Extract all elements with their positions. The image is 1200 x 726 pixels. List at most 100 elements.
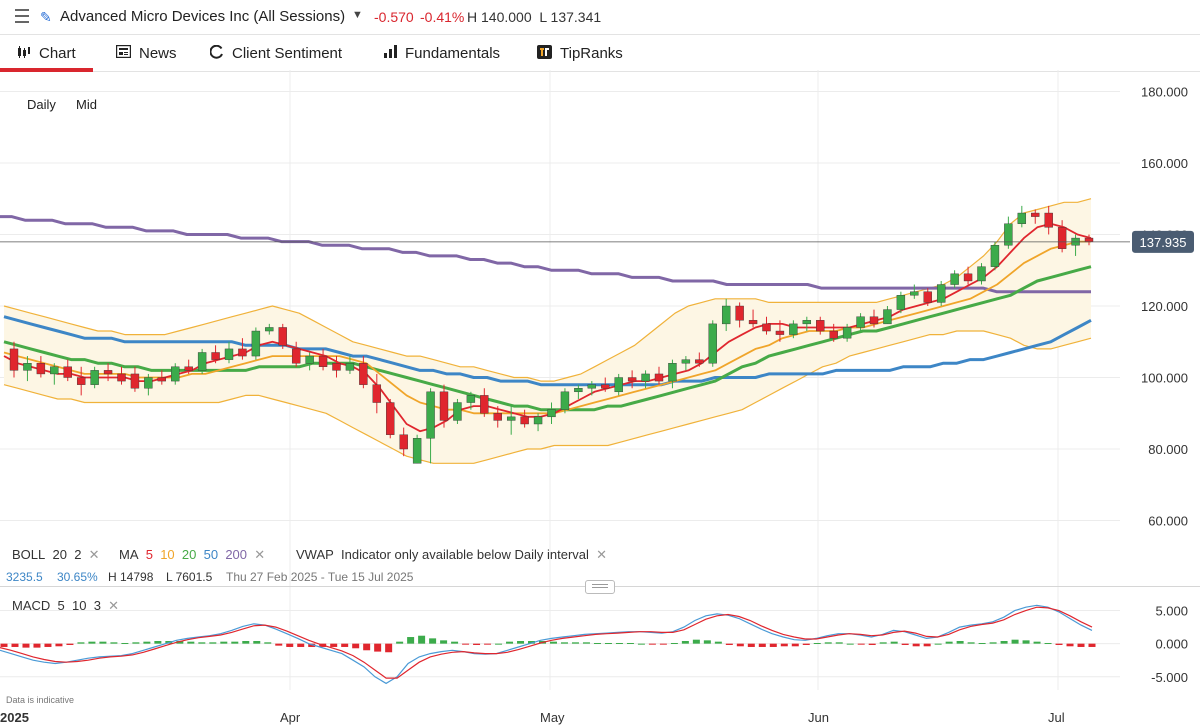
candle-body	[332, 363, 341, 371]
vwap-legend[interactable]: VWAP Indicator only available below Dail…	[296, 547, 607, 563]
macd-histogram-bar	[33, 643, 41, 648]
macd-histogram-bar	[55, 643, 63, 647]
macd-histogram-bar	[923, 643, 931, 647]
macd-histogram-bar	[1055, 643, 1063, 645]
macd-histogram-bar	[154, 641, 162, 644]
candle-body	[224, 348, 234, 360]
candle-body	[574, 388, 583, 393]
macd-histogram-bar	[868, 643, 876, 645]
macd-histogram-bar	[1088, 643, 1096, 647]
candle-body	[36, 363, 46, 375]
macd-histogram-bar	[582, 642, 590, 644]
candle-body	[587, 384, 597, 389]
candle-body	[265, 327, 274, 332]
candle-body	[654, 373, 664, 382]
candle-body	[601, 384, 610, 389]
macd-histogram-bar	[934, 643, 942, 645]
candle-body	[130, 373, 140, 389]
price-tick-label: 60.000	[1148, 514, 1188, 529]
candle-body	[695, 359, 704, 364]
candle-body	[990, 245, 1000, 267]
macd-histogram-bar	[1077, 643, 1085, 647]
ma-200-line	[0, 215, 1091, 294]
macd-histogram-bar	[231, 641, 239, 644]
boll-period: 20	[52, 547, 67, 562]
candle-body	[896, 295, 906, 310]
candle-body	[721, 305, 731, 325]
price-chart[interactable]: 180.000160.000140.000120.000100.00080.00…	[0, 0, 1200, 726]
time-tick-label: Jul	[1048, 710, 1065, 725]
macd-histogram-bar	[846, 643, 854, 645]
candle-body	[157, 377, 167, 382]
candle-body	[291, 348, 301, 364]
macd-histogram-bar	[374, 643, 382, 652]
ma-period-20: 20	[181, 547, 197, 562]
macd-histogram-bar	[670, 642, 678, 644]
candle-body	[869, 316, 879, 325]
candle-body	[399, 434, 408, 450]
candle-body	[883, 309, 892, 325]
macd-histogram-bar	[626, 642, 634, 644]
price-tick-label: 80.000	[1148, 442, 1188, 457]
candle-body	[708, 323, 717, 364]
bollinger-band	[3, 198, 1092, 464]
candle-body	[748, 320, 758, 325]
remove-macd-close-icon[interactable]: ✕	[108, 598, 119, 613]
candle-body	[547, 409, 556, 418]
price-tick-label: 160.000	[1141, 156, 1188, 171]
macd-signal: 3	[93, 598, 101, 613]
macd-histogram-bar	[429, 638, 437, 644]
macd-histogram-bar	[407, 637, 415, 644]
macd-histogram-bar	[242, 641, 250, 644]
macd-histogram-bar	[1044, 642, 1052, 644]
macd-histogram-bar	[198, 642, 206, 644]
remove-boll-close-icon[interactable]: ✕	[89, 547, 100, 562]
candle-body	[466, 395, 476, 403]
macd-histogram-bar	[758, 643, 766, 647]
candle-body	[117, 373, 126, 382]
macd-slow: 10	[71, 598, 87, 613]
boll-deviation: 2	[74, 547, 82, 562]
macd-histogram-bar	[352, 643, 360, 649]
candle-body	[816, 320, 825, 332]
ma-legend[interactable]: MA 5 10 20 50 200 ✕	[119, 547, 265, 563]
stats-high: H 14798	[108, 570, 154, 584]
macd-histogram-bar	[967, 642, 975, 644]
macd-histogram-bar	[890, 641, 898, 644]
candle-body	[910, 291, 919, 296]
macd-histogram-bar	[220, 641, 228, 644]
candle-body	[1057, 227, 1067, 249]
macd-histogram-bar	[736, 643, 744, 647]
ma-period-200: 200	[225, 547, 248, 562]
macd-legend[interactable]: MACD 5 10 3 ✕	[12, 598, 119, 614]
remove-vwap-close-icon[interactable]: ✕	[596, 547, 607, 562]
macd-histogram-bar	[286, 643, 294, 647]
macd-histogram-bar	[659, 643, 667, 645]
time-tick-label: May	[540, 710, 565, 725]
candle-body	[856, 316, 865, 328]
macd-histogram-bar	[143, 641, 151, 644]
macd-histogram-bar	[330, 643, 338, 647]
candle-body	[533, 416, 543, 425]
candle-body	[211, 352, 220, 360]
vwap-note: Indicator only available below Daily int…	[341, 547, 589, 562]
boll-legend[interactable]: BOLL 20 2 ✕	[12, 547, 100, 563]
candle-body	[641, 373, 650, 382]
stats-date-range: Thu 27 Feb 2025 - Tue 15 Jul 2025	[226, 570, 414, 584]
candle-body	[359, 363, 368, 385]
macd-histogram-bar	[1000, 641, 1008, 644]
macd-histogram-bar	[824, 642, 832, 644]
candle-body	[789, 323, 798, 335]
remove-ma-close-icon[interactable]: ✕	[254, 547, 265, 562]
macd-tick-label: 0.000	[1155, 637, 1188, 652]
price-axis: 180.000160.000140.000120.000100.00080.00…	[1141, 84, 1188, 528]
candle-body	[184, 366, 193, 371]
pane-resize-handle[interactable]	[585, 580, 615, 594]
macd-histogram-bar	[209, 642, 217, 644]
candle-body	[103, 370, 113, 375]
macd-histogram-bar	[813, 642, 821, 644]
macd-histogram-bar	[549, 641, 557, 644]
candle-body	[802, 320, 812, 325]
ma-period-10: 10	[160, 547, 175, 562]
macd-histogram-bar	[495, 643, 503, 645]
